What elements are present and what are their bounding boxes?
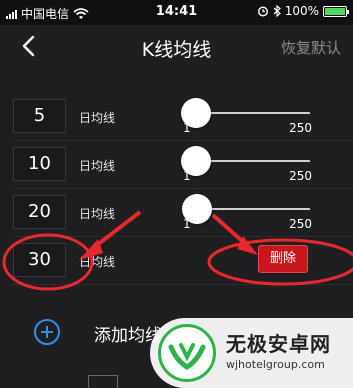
- slider-max-label: 250: [289, 217, 312, 231]
- period-input[interactable]: 30: [13, 243, 66, 277]
- slider-min-label: 1: [183, 121, 191, 135]
- status-bar: 中国电信 14:41 100%: [0, 0, 353, 25]
- slider-max-label: 250: [289, 121, 312, 135]
- ma-label: 日均线: [79, 207, 116, 221]
- delete-button[interactable]: 删除: [258, 245, 308, 273]
- battery-percent: 100%: [284, 4, 319, 18]
- partial-icon: [88, 375, 118, 388]
- ma-row: 10 日均线 1 250: [0, 141, 353, 189]
- bluetooth-icon: [273, 5, 281, 17]
- watermark: 无极安卓网 wjhotelgroup.com: [150, 318, 353, 388]
- ma-label: 日均线: [79, 255, 116, 269]
- period-slider[interactable]: 1 250: [182, 194, 312, 237]
- period-slider[interactable]: 1 250: [181, 146, 312, 189]
- ma-label: 日均线: [79, 159, 116, 173]
- alarm-icon: [257, 6, 268, 17]
- ma-label: 日均线: [79, 111, 116, 125]
- watermark-logo-icon: [158, 324, 216, 382]
- watermark-title: 无极安卓网: [226, 332, 331, 356]
- nav-bar: K线均线 恢复默认: [0, 25, 353, 69]
- plus-circle-icon: [34, 319, 60, 345]
- watermark-url: wjhotelgroup.com: [226, 358, 325, 371]
- period-input[interactable]: 20: [13, 195, 66, 229]
- battery-icon: [323, 5, 349, 17]
- watermark-logo-mark: [168, 343, 206, 370]
- slider-max-label: 250: [289, 169, 312, 183]
- slider-min-label: 1: [183, 169, 191, 183]
- period-input[interactable]: 5: [13, 99, 66, 133]
- ma-row: 5 日均线 1 250: [0, 93, 353, 141]
- row-divider: [12, 284, 353, 285]
- reset-default-button[interactable]: 恢复默认: [281, 37, 341, 58]
- period-input[interactable]: 10: [13, 147, 66, 181]
- status-right: 100%: [257, 4, 349, 18]
- period-slider[interactable]: 1 250: [181, 98, 312, 141]
- ma-row: 20 日均线 1 250: [0, 189, 353, 237]
- slider-min-label: 1: [183, 217, 191, 231]
